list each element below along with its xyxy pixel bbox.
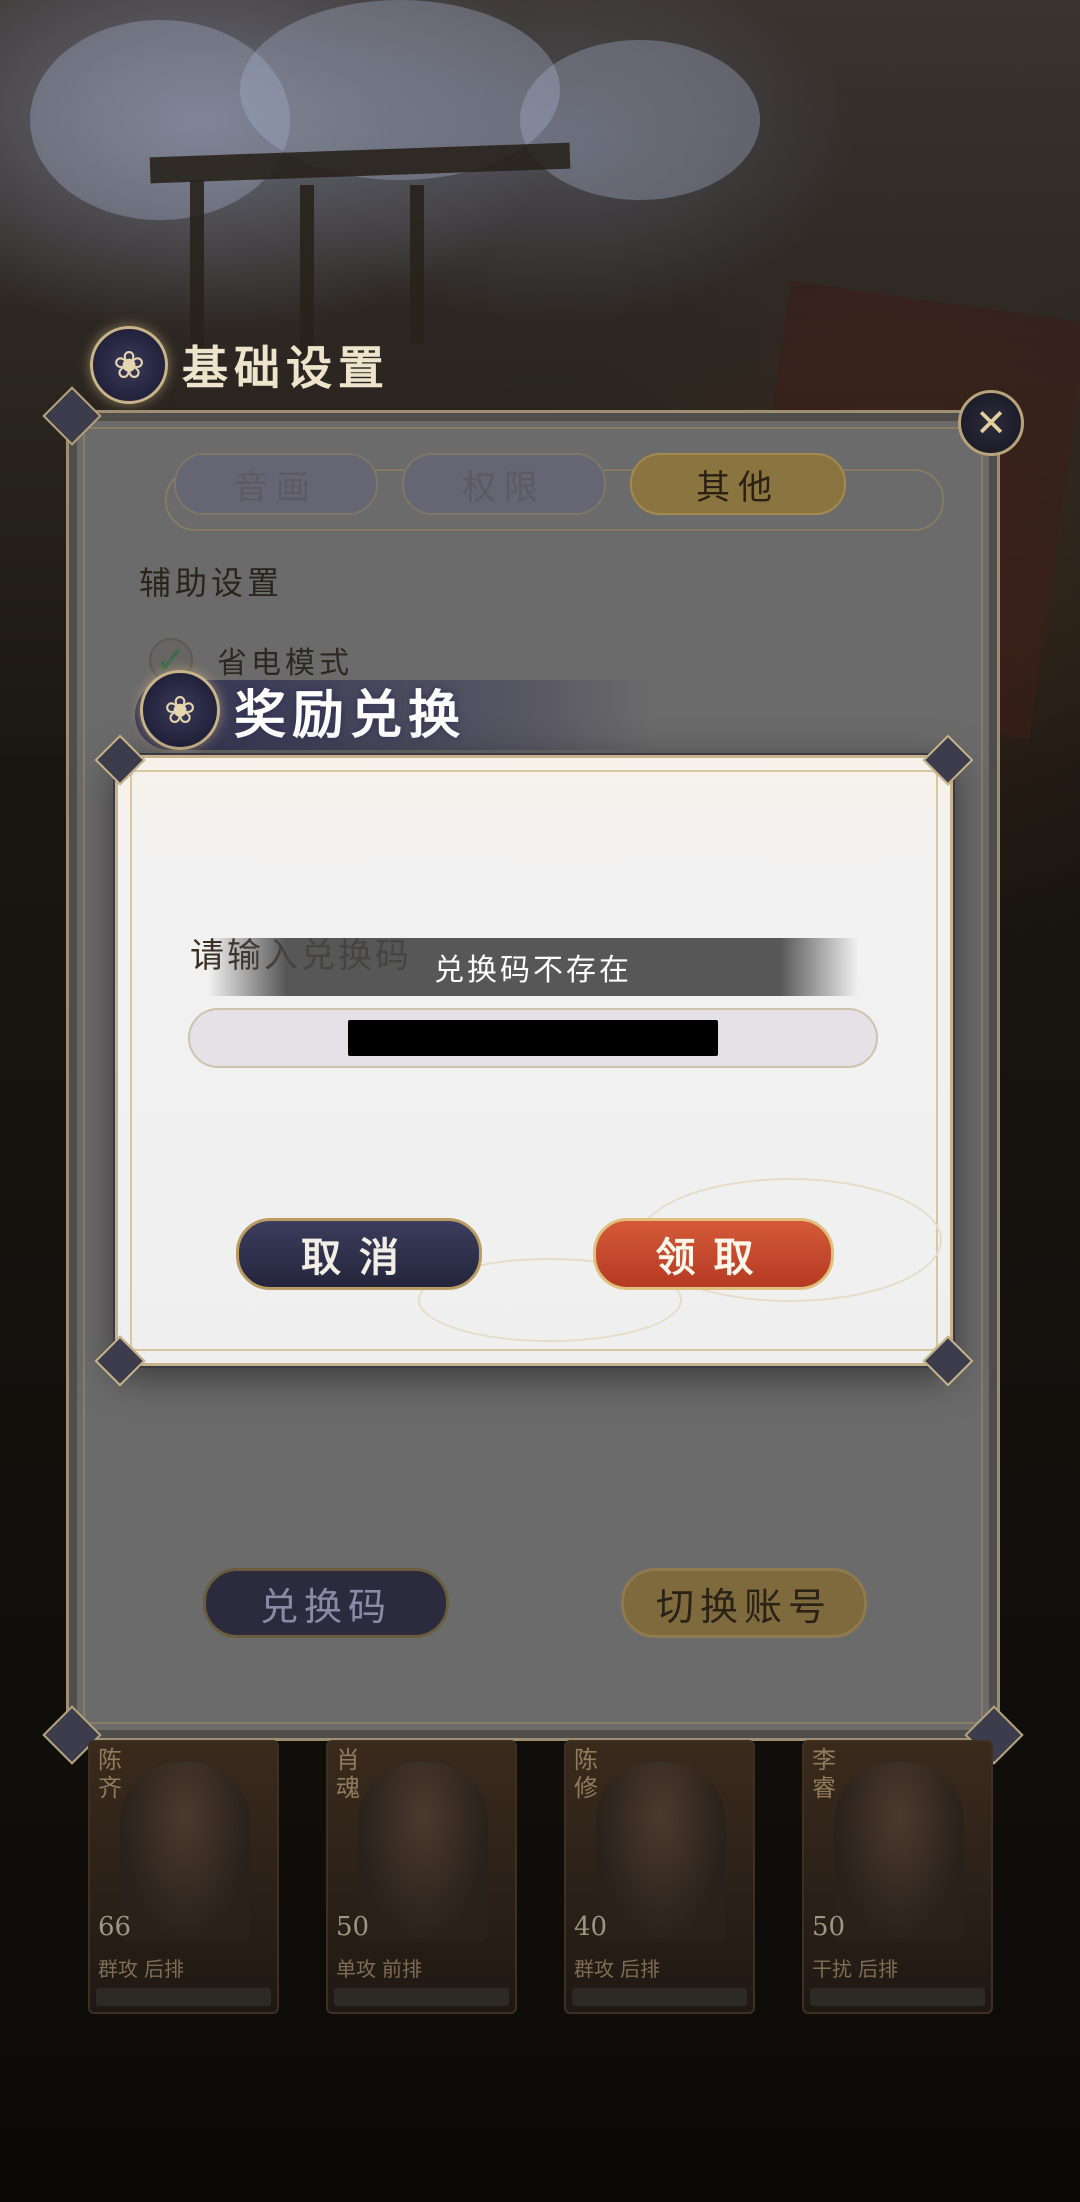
card-bar [334, 1988, 509, 2006]
claim-button[interactable]: 领取 [593, 1218, 834, 1290]
character-card[interactable]: 陈修 40 群攻 后排 [564, 1740, 755, 2014]
character-tag: 群攻 [98, 1956, 138, 1981]
character-portrait [596, 1762, 726, 1942]
section-label-assist: 辅助设置 [139, 564, 284, 602]
character-tag: 后排 [144, 1956, 184, 1981]
character-tags: 群攻 后排 [574, 1952, 745, 1982]
character-tag: 前排 [382, 1956, 422, 1981]
card-bar [96, 1988, 271, 2006]
character-name: 陈齐 [98, 1746, 122, 1802]
redacted-code [348, 1020, 718, 1056]
character-level: 66 [98, 1912, 132, 1942]
character-card[interactable]: 陈齐 66 群攻 后排 [88, 1740, 279, 2014]
tab-permissions[interactable]: 权限 [402, 453, 606, 515]
base-settings-title: 基础设置 [182, 341, 390, 395]
character-name: 陈修 [574, 1746, 598, 1802]
character-cards: 陈齐 66 群攻 后排 肖魂 50 单攻 前排 陈修 40 群攻 后排 李睿 5… [88, 1740, 993, 2014]
reward-dialog-title: 奖励兑换 [234, 684, 467, 746]
base-settings-header: ❀ 基础设置 [90, 320, 510, 410]
reward-dialog: 请输入兑换码 兑换码不存在 取消 领取 [94, 734, 974, 1387]
character-portrait [120, 1762, 250, 1942]
card-bar [572, 1988, 747, 2006]
character-level: 40 [574, 1912, 608, 1942]
switch-account-button[interactable]: 切换账号 [621, 1568, 867, 1638]
character-tag: 单攻 [336, 1956, 376, 1981]
tab-audio-visual[interactable]: 音画 [174, 453, 378, 515]
character-tag: 后排 [620, 1956, 660, 1981]
character-tag: 干扰 [812, 1956, 852, 1981]
character-tags: 干扰 后排 [812, 1952, 983, 1982]
character-tags: 群攻 后排 [98, 1952, 269, 1982]
emblem-icon: ❀ [90, 326, 168, 404]
tab-other[interactable]: 其他 [630, 453, 846, 515]
cancel-button[interactable]: 取消 [236, 1218, 482, 1290]
character-tag: 后排 [858, 1956, 898, 1981]
reward-dialog-header: ❀ 奖励兑换 [140, 665, 660, 755]
close-icon: ✕ [975, 401, 1007, 445]
emblem-icon: ❀ [140, 670, 220, 750]
character-level: 50 [812, 1912, 846, 1942]
error-toast: 兑换码不存在 [208, 938, 858, 996]
close-button[interactable]: ✕ [958, 390, 1024, 456]
character-card[interactable]: 李睿 50 干扰 后排 [802, 1740, 993, 2014]
character-level: 50 [336, 1912, 370, 1942]
character-name: 肖魂 [336, 1746, 360, 1802]
redeem-code-button[interactable]: 兑换码 [203, 1568, 449, 1638]
character-portrait [834, 1762, 964, 1942]
character-card[interactable]: 肖魂 50 单攻 前排 [326, 1740, 517, 2014]
character-tag: 群攻 [574, 1956, 614, 1981]
redeem-code-input[interactable] [188, 1008, 878, 1068]
settings-tabs: 音画 权限 其他 [174, 453, 846, 515]
character-tags: 单攻 前排 [336, 1952, 507, 1982]
character-portrait [358, 1762, 488, 1942]
character-name: 李睿 [812, 1746, 836, 1802]
card-bar [810, 1988, 985, 2006]
